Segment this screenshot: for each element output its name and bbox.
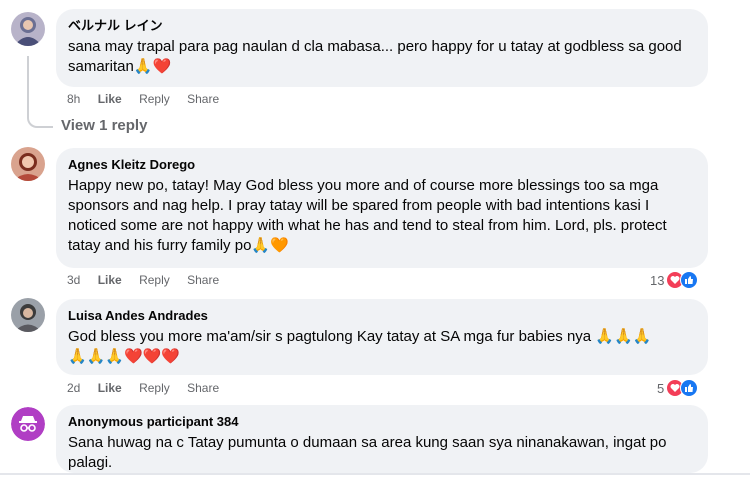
comment-emojis: 🙏❤️: [133, 58, 172, 75]
comment-actions: 8h Like Reply Share: [67, 91, 233, 107]
comment-timestamp[interactable]: 2d: [67, 381, 80, 395]
reaction-count: 5: [657, 380, 665, 396]
comment-text: God bless you more ma'am/sir s pagtulong…: [68, 328, 652, 365]
comment-bubble: Agnes Kleitz Dorego Happy new po, tatay!…: [56, 148, 708, 268]
comment-author[interactable]: ベルナル レイン: [68, 17, 696, 34]
comment-emojis: 🙏🧡: [251, 237, 289, 254]
like-button[interactable]: Like: [98, 273, 122, 287]
comment-timestamp[interactable]: 8h: [67, 92, 80, 106]
comment-timestamp[interactable]: 3d: [67, 273, 80, 287]
reply-button[interactable]: Reply: [139, 92, 170, 106]
comment-author[interactable]: Anonymous participant 384: [68, 413, 696, 430]
like-button[interactable]: Like: [98, 92, 122, 106]
thread-connector: [27, 56, 53, 128]
divider: [0, 473, 750, 475]
avatar-photo-icon: [11, 147, 45, 181]
avatar[interactable]: [11, 147, 45, 181]
comment-emojis: 🙏🙏🙏: [595, 328, 652, 345]
like-button[interactable]: Like: [98, 381, 122, 395]
comment-text: Happy new po, tatay! May God bless you m…: [68, 177, 667, 254]
comment-text: Sana huwag na c Tatay pumunta o dumaan s…: [68, 434, 667, 471]
share-button[interactable]: Share: [187, 92, 219, 106]
comment-author[interactable]: Agnes Kleitz Dorego: [68, 156, 696, 173]
comment-actions: 3d Like Reply Share: [67, 272, 233, 288]
comment-bubble: ベルナル レイン sana may trapal para pag naulan…: [56, 9, 708, 87]
view-replies-link[interactable]: View 1 reply: [61, 117, 147, 134]
avatar[interactable]: [11, 12, 45, 46]
avatar[interactable]: [11, 407, 45, 441]
comment-emojis: 🙏🙏🙏❤️❤️❤️: [68, 348, 181, 365]
comment-bubble: Anonymous participant 384 Sana huwag na …: [56, 405, 708, 473]
reaction-count: 13: [650, 272, 665, 288]
reaction-summary[interactable]: 5: [657, 379, 699, 397]
reply-button[interactable]: Reply: [139, 381, 170, 395]
reply-button[interactable]: Reply: [139, 273, 170, 287]
anonymous-participant-icon: [11, 407, 45, 441]
share-button[interactable]: Share: [187, 381, 219, 395]
avatar-photo-icon: [11, 298, 45, 332]
comment-actions: 2d Like Reply Share: [67, 380, 233, 396]
like-reaction-icon: [680, 379, 699, 397]
comment-author[interactable]: Luisa Andes Andrades: [68, 307, 696, 324]
like-reaction-icon: [680, 271, 699, 289]
share-button[interactable]: Share: [187, 273, 219, 287]
avatar[interactable]: [11, 298, 45, 332]
reaction-summary[interactable]: 13: [650, 271, 699, 289]
comment-text: sana may trapal para pag naulan d cla ma…: [68, 38, 682, 75]
avatar-photo-icon: [11, 12, 45, 46]
comment-bubble: Luisa Andes Andrades God bless you more …: [56, 299, 708, 375]
